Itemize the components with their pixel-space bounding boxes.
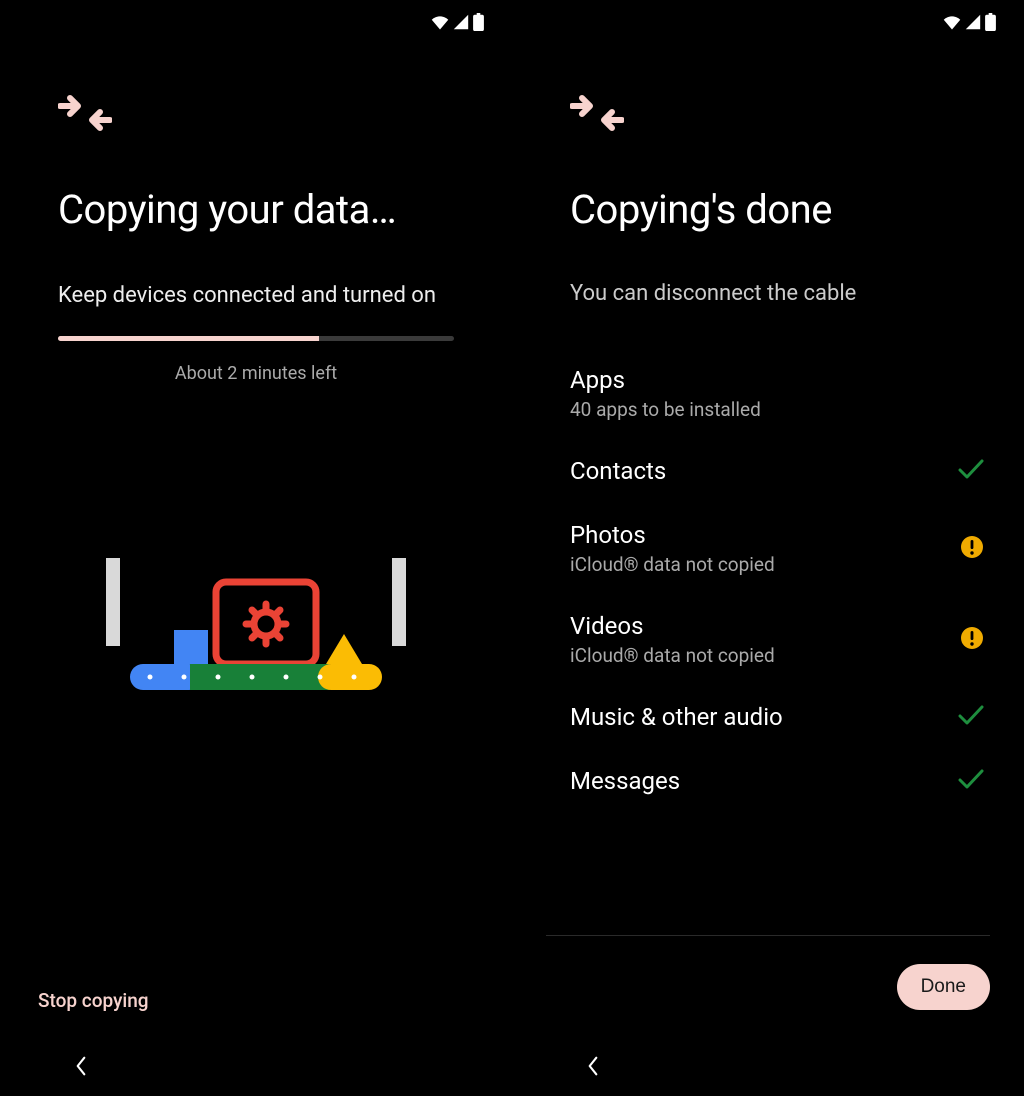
list-item: Photos iCloud® data not copied: [570, 503, 990, 594]
screen-done: Copying's done You can disconnect the ca…: [512, 0, 1024, 1096]
list-item: Music & other audio: [570, 685, 990, 749]
item-sublabel: 40 apps to be installed: [570, 398, 761, 421]
progress-fill: [58, 336, 319, 341]
item-label: Photos: [570, 521, 775, 549]
list-item: Contacts: [570, 439, 990, 503]
warning-icon: [960, 626, 984, 654]
screen-copying: Copying your data… Keep devices connecte…: [0, 0, 512, 1096]
list-item: Messages: [570, 749, 990, 813]
battery-icon: [473, 13, 484, 31]
status-bar: [0, 0, 512, 44]
page-subtitle: Keep devices connected and turned on: [58, 283, 512, 308]
chevron-left-icon: [74, 1056, 88, 1076]
check-icon: [958, 705, 984, 729]
stop-copying-button[interactable]: Stop copying: [38, 989, 149, 1012]
conveyor-illustration: [0, 550, 512, 720]
data-transfer-icon: [58, 94, 512, 136]
data-transfer-icon: [570, 94, 1024, 136]
page-title: Copying your data…: [58, 186, 512, 233]
signal-icon: [453, 14, 469, 30]
wifi-icon: [943, 14, 961, 30]
divider: [546, 935, 990, 936]
list-item: Apps 40 apps to be installed: [570, 348, 990, 439]
page-title: Copying's done: [570, 186, 1024, 233]
page-subtitle: You can disconnect the cable: [570, 281, 1024, 306]
done-button[interactable]: Done: [897, 964, 990, 1010]
progress-bar: About 2 minutes left: [58, 336, 454, 384]
check-icon: [958, 459, 984, 483]
item-sublabel: iCloud® data not copied: [570, 644, 775, 667]
wifi-icon: [431, 14, 449, 30]
battery-icon: [985, 13, 996, 31]
item-sublabel: iCloud® data not copied: [570, 553, 775, 576]
item-label: Contacts: [570, 457, 666, 485]
results-list: Apps 40 apps to be installed Contacts Ph…: [570, 348, 990, 813]
nav-back-button[interactable]: [74, 1056, 88, 1080]
status-bar: [512, 0, 1024, 44]
list-item: Videos iCloud® data not copied: [570, 594, 990, 685]
signal-icon: [965, 14, 981, 30]
progress-time-label: About 2 minutes left: [58, 363, 454, 384]
item-label: Messages: [570, 767, 680, 795]
item-label: Videos: [570, 612, 775, 640]
check-icon: [958, 769, 984, 793]
item-label: Apps: [570, 366, 761, 394]
item-label: Music & other audio: [570, 703, 783, 731]
chevron-left-icon: [586, 1056, 600, 1076]
nav-back-button[interactable]: [586, 1056, 600, 1080]
warning-icon: [960, 535, 984, 563]
